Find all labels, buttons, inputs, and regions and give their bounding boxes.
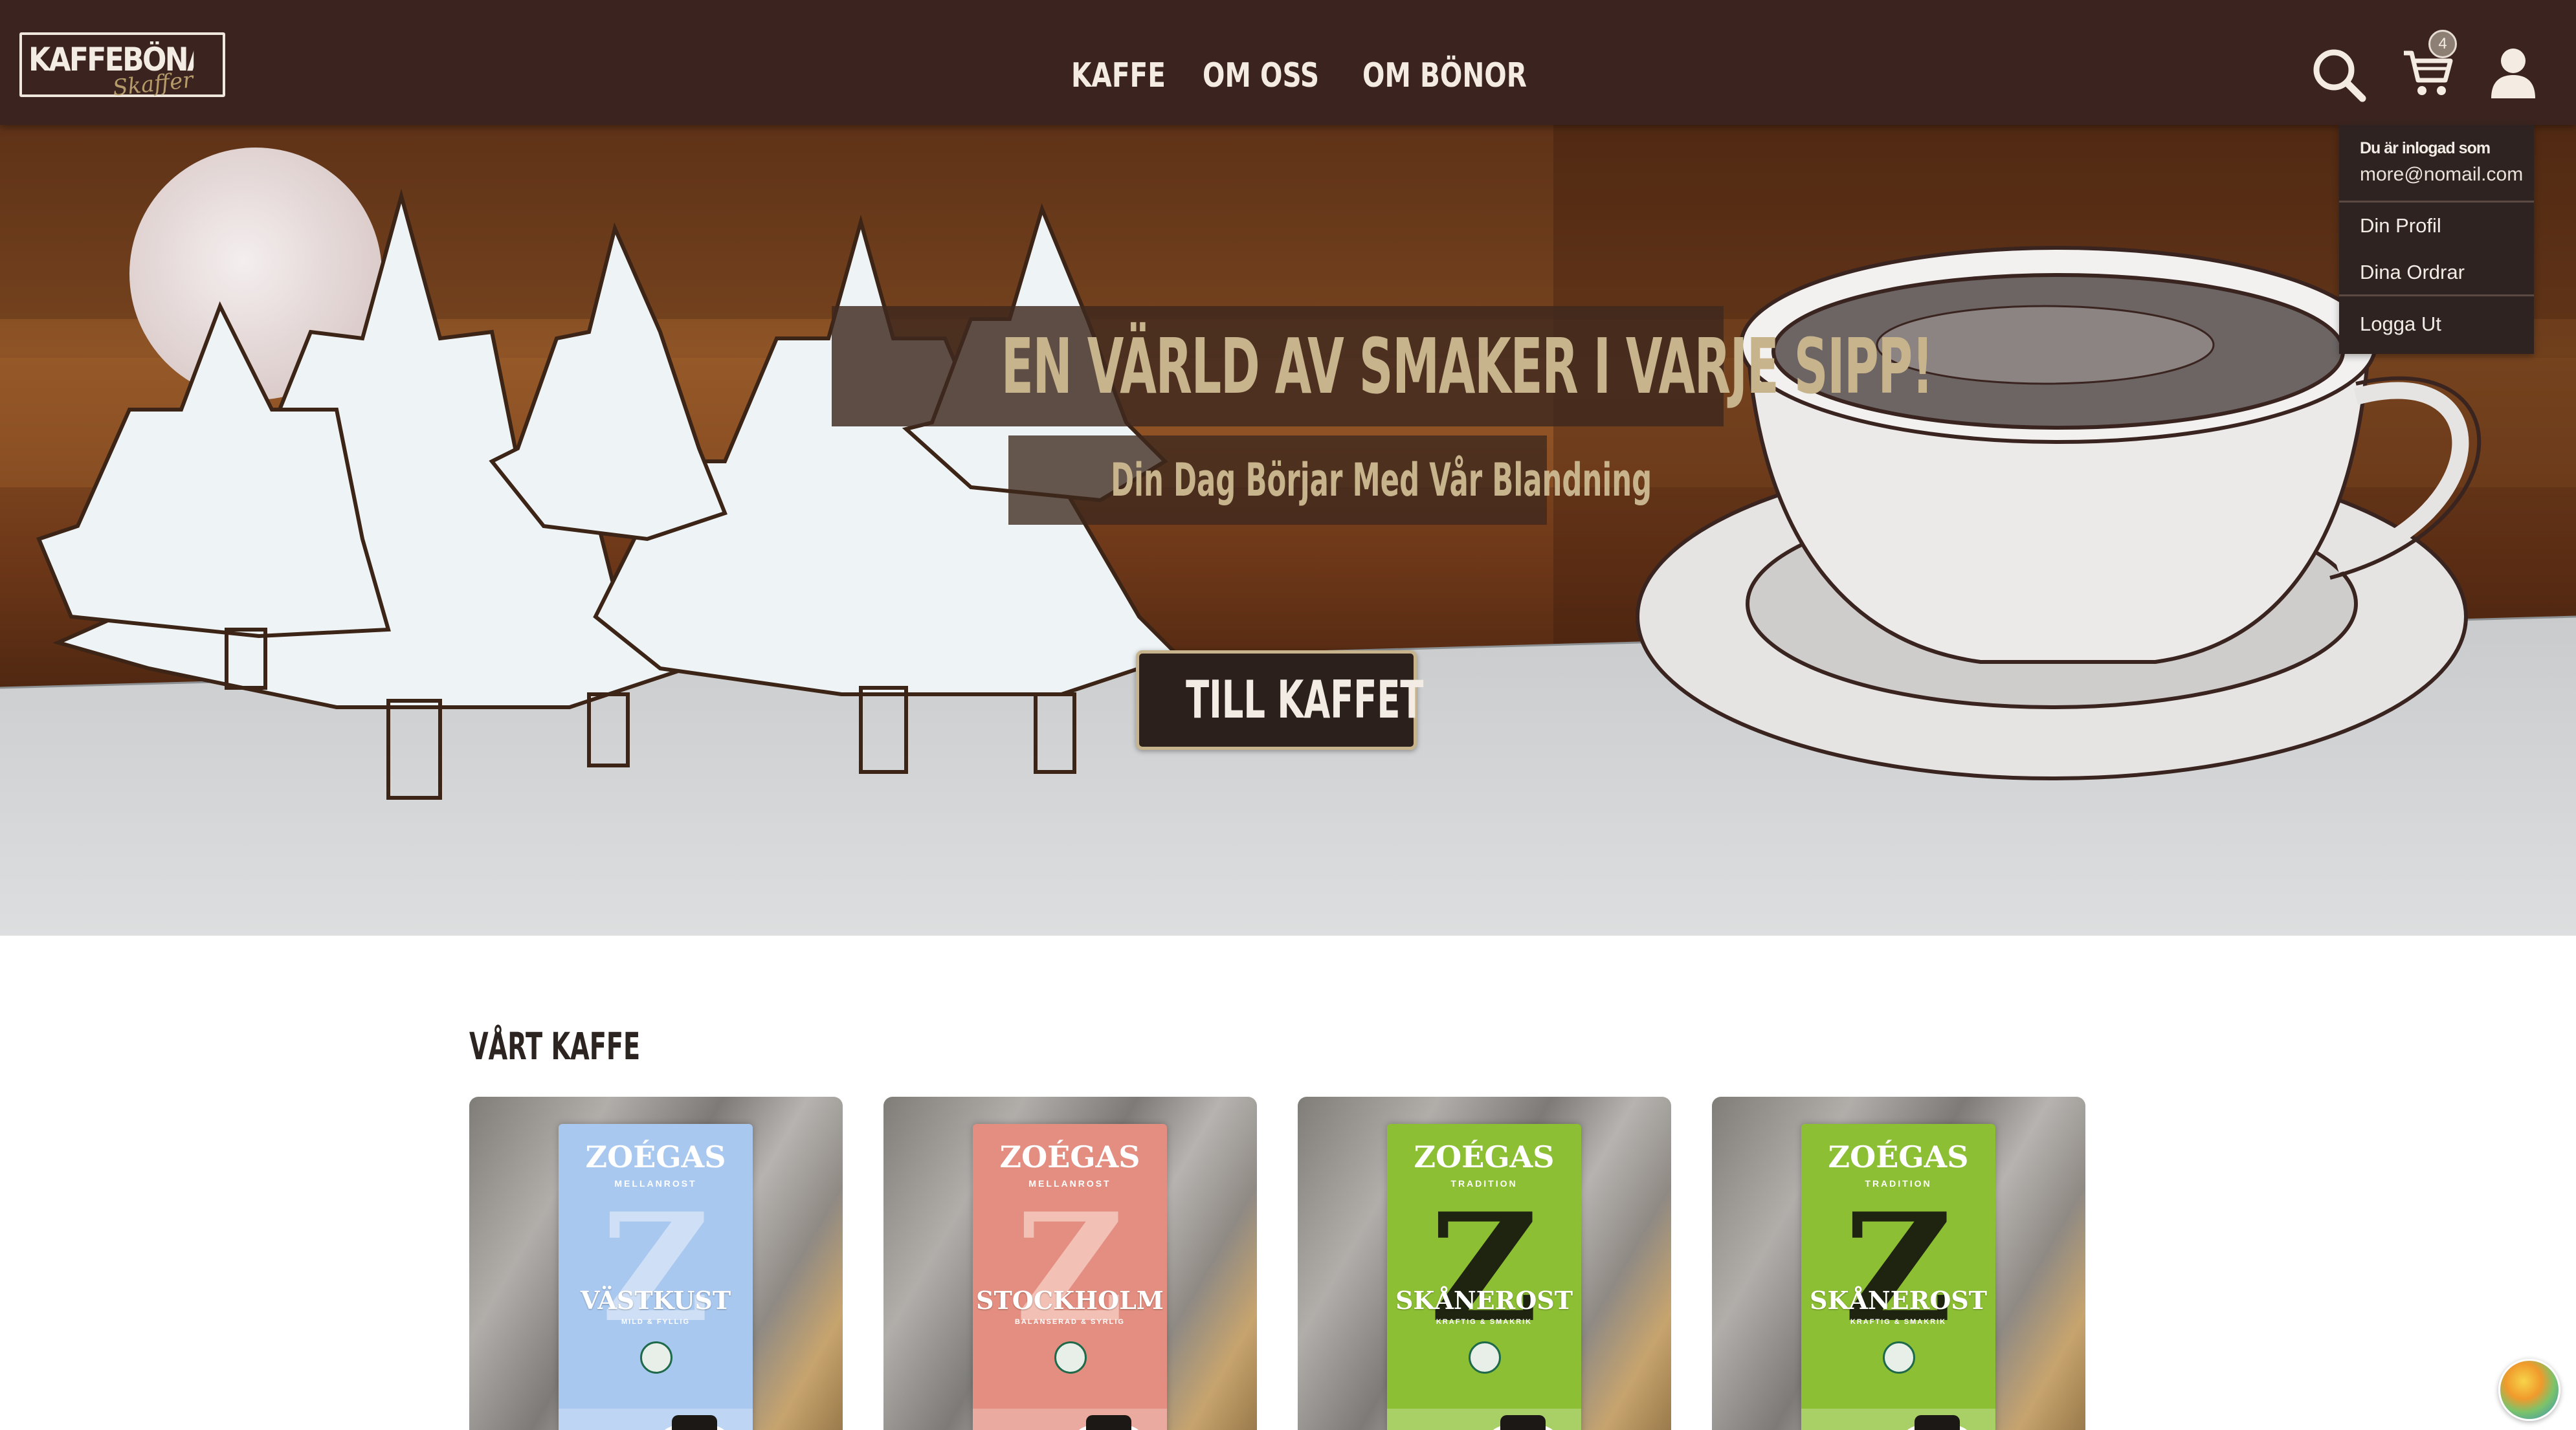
logged-in-email: more@nomail.com [2360, 164, 2524, 185]
menu-item-profile[interactable]: Din Profil [2360, 214, 2441, 237]
floating-assistant-icon[interactable] [2498, 1359, 2560, 1421]
product-image: ZOÉGAS MELLANROST Z STOCKHOLM BALANSERAD & S… [973, 1124, 1167, 1430]
product-name: VÄSTKUST [580, 1286, 731, 1315]
cart-count-badge: 4 [2428, 30, 2457, 58]
product-brand: ZOÉGAS [999, 1139, 1140, 1174]
site-logo[interactable]: KAFFEBÖNANS Skaffer [19, 32, 225, 101]
hero-title: EN VÄRLD AV SMAKER I VARJE SIPP! [1001, 322, 1933, 411]
rainforest-seal-icon [1883, 1341, 1915, 1374]
product-description: KRAFTIG & SMAKRIK [1436, 1318, 1533, 1326]
nav-link-om-oss[interactable]: OM OSS [1203, 53, 1319, 98]
main-nav: KAFFE OM OSS OM BÖNOR [1071, 53, 1541, 98]
product-image: ZOÉGAS TRADITION Z SKÅNEROST KRAFTIG & SMAKR… [1801, 1124, 1995, 1430]
hero-banner: EN VÄRLD AV SMAKER I VARJE SIPP! Din Dag… [0, 125, 2576, 936]
product-brand: ZOÉGAS [1414, 1139, 1555, 1174]
menu-item-orders[interactable]: Dina Ordrar [2360, 261, 2465, 284]
product-card[interactable]: ZOÉGAS MELLANROST Z VÄSTKUST MILD & FYLLIG [469, 1097, 843, 1430]
hero-title-box: EN VÄRLD AV SMAKER I VARJE SIPP! [832, 306, 1933, 426]
rainforest-seal-icon [1054, 1341, 1087, 1374]
nav-link-om-bonor[interactable]: OM BÖNOR [1362, 53, 1527, 98]
till-kaffet-button[interactable]: TILL KAFFET [1136, 650, 1424, 750]
rainforest-seal-icon [1469, 1341, 1501, 1374]
product-description: MILD & FYLLIG [621, 1318, 691, 1326]
product-card[interactable]: ZOÉGAS TRADITION Z SKÅNEROST KRAFTIG & SMAKR… [1712, 1097, 2085, 1430]
product-name: STOCKHOLM [976, 1286, 1164, 1315]
product-description: KRAFTIG & SMAKRIK [1850, 1318, 1947, 1326]
hero-illustration [0, 125, 2576, 936]
top-navbar: KAFFEBÖNANS Skaffer KAFFE OM OSS OM BÖNO… [0, 0, 2576, 125]
pack-scene-illustration [1801, 1409, 1995, 1430]
menu-divider [2339, 201, 2534, 203]
menu-item-logout[interactable]: Logga Ut [2360, 313, 2441, 336]
hero-subtitle-box: Din Dag Börjar Med Vår Blandning [1008, 435, 1652, 525]
nav-link-kaffe[interactable]: KAFFE [1071, 53, 1166, 98]
product-image: ZOÉGAS TRADITION Z SKÅNEROST KRAFTIG & SMAKR… [1387, 1124, 1581, 1430]
search-icon[interactable] [2311, 47, 2366, 102]
user-menu-dropdown: Du är inlogad som more@nomail.com Din Pr… [2339, 125, 2534, 354]
pack-scene-illustration [1387, 1409, 1581, 1430]
product-description: BALANSERAD & SYRLIG [1014, 1318, 1125, 1326]
user-icon[interactable] [2489, 47, 2538, 101]
product-card[interactable]: ZOÉGAS TRADITION Z SKÅNEROST KRAFTIG & SMAKR… [1298, 1097, 1671, 1430]
pack-scene-illustration [559, 1409, 753, 1430]
menu-divider [2339, 294, 2534, 296]
rainforest-seal-icon [640, 1341, 672, 1374]
hero-subtitle: Din Dag Börjar Med Vår Blandning [1111, 454, 1652, 507]
product-name: SKÅNEROST [1395, 1286, 1573, 1315]
pack-scene-illustration [973, 1409, 1167, 1430]
product-name: SKÅNEROST [1809, 1286, 1988, 1315]
section-title-vart-kaffe: VÅRT KAFFE [469, 1024, 641, 1068]
till-kaffet-label: TILL KAFFET [1186, 670, 1424, 730]
product-card[interactable]: ZOÉGAS MELLANROST Z STOCKHOLM BALANSERAD & S… [883, 1097, 1257, 1430]
product-brand: ZOÉGAS [1828, 1139, 1969, 1174]
product-brand: ZOÉGAS [585, 1139, 726, 1174]
logged-in-label: Du är inlogad som [2360, 139, 2491, 157]
product-image: ZOÉGAS MELLANROST Z VÄSTKUST MILD & FYLLIG [559, 1124, 753, 1430]
